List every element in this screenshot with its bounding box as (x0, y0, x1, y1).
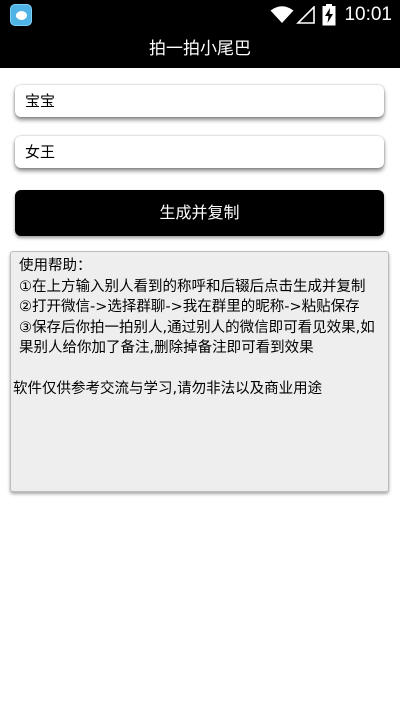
help-step-1: ①在上方输入别人看到的称呼和后辍后点击生成并复制 (19, 278, 366, 295)
help-heading: 使用帮助： (19, 258, 92, 274)
status-bar: 10:01 (0, 0, 400, 30)
no-signal-icon (296, 6, 316, 24)
help-step-2: ②打开微信->选择群聊->我在群里的昵称->粘贴保存 (19, 299, 360, 315)
app-icon (10, 4, 32, 26)
page-title: 拍一拍小尾巴 (0, 30, 400, 68)
generate-copy-button[interactable]: 生成并复制 (15, 190, 384, 236)
suffix-input[interactable] (15, 136, 384, 168)
help-spacer (13, 359, 386, 379)
status-icons: 10:01 (270, 0, 392, 30)
battery-charging-icon (322, 4, 336, 26)
help-step-3: ③保存后你拍一拍别人,通过别人的微信即可看见效果,如果别人给你加了备注,删除掉备… (19, 319, 375, 357)
help-disclaimer: 软件仅供参考交流与学习,请勿非法以及商业用途 (13, 380, 323, 397)
wifi-icon (270, 6, 294, 23)
help-text-box[interactable]: 使用帮助： ①在上方输入别人看到的称呼和后辍后点击生成并复制 ②打开微信->选择… (10, 251, 389, 492)
status-time: 10:01 (344, 4, 392, 25)
nickname-input[interactable] (15, 85, 384, 117)
